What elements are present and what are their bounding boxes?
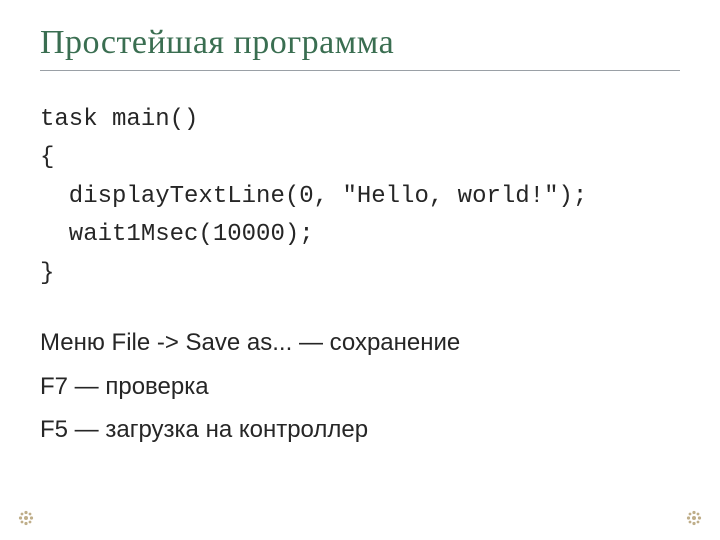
code-line: task main() (40, 106, 198, 133)
code-line: { (40, 144, 54, 171)
slide-title: Простейшая программа (40, 24, 680, 62)
note-line: Меню File -> Save as... — сохранение (40, 323, 680, 363)
note-line: F5 — загрузка на контроллер (40, 410, 680, 450)
notes-block: Меню File -> Save as... — сохранение F7 … (40, 323, 680, 450)
ornament-icon (686, 510, 702, 526)
code-line: } (40, 260, 54, 287)
title-underline (40, 70, 680, 71)
code-line: displayTextLine(0, "Hello, world!"); (40, 183, 587, 210)
ornament-icon (18, 510, 34, 526)
slide: Простейшая программа task main() { displ… (0, 0, 720, 540)
code-block: task main() { displayTextLine(0, "Hello,… (40, 101, 680, 293)
code-line: wait1Msec(10000); (40, 221, 314, 248)
note-line: F7 — проверка (40, 367, 680, 407)
